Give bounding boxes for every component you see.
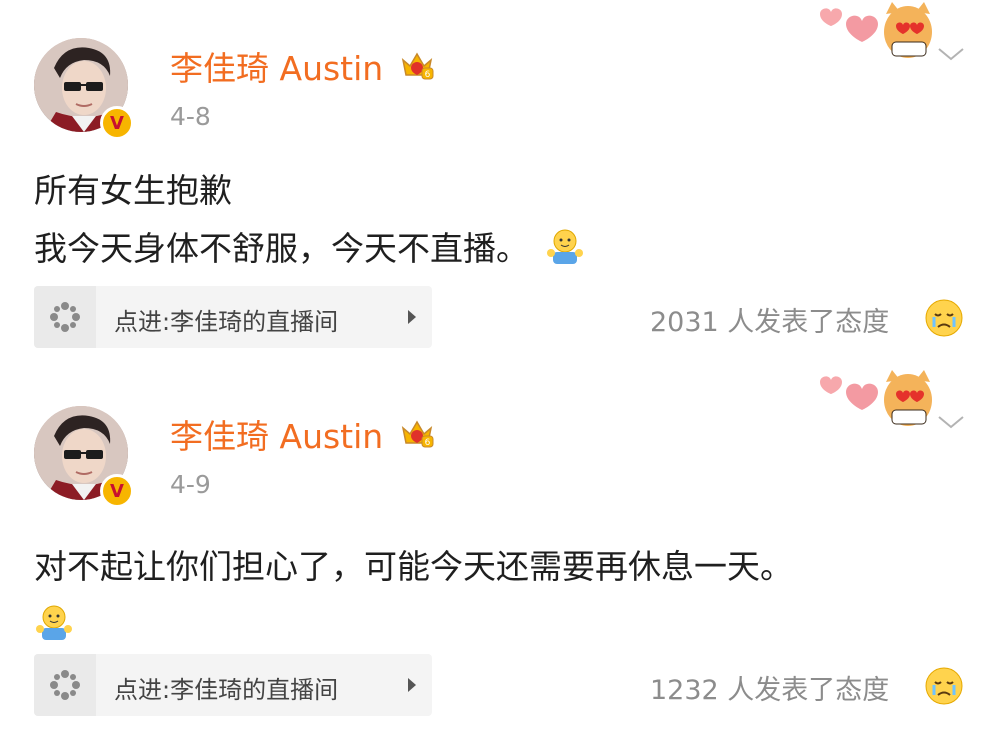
chevron-down-icon[interactable] <box>936 412 966 432</box>
live-room-link[interactable]: 点进:李佳琦的直播间 <box>34 654 432 716</box>
hearts-cat-decoration-icon <box>820 2 932 58</box>
crying-face-emoji-icon[interactable] <box>924 298 964 338</box>
content-line-with-emoji: 我今天身体不舒服，今天不直播。 <box>34 220 964 278</box>
chevron-down-icon[interactable] <box>936 44 966 64</box>
arrow-right-icon <box>408 678 416 692</box>
verified-badge-icon: V <box>100 106 134 140</box>
pinwheel-live-icon <box>50 302 80 332</box>
reactions-count[interactable]: 1232 人发表了态度 <box>650 668 889 707</box>
svg-text:6: 6 <box>425 70 431 80</box>
content-line-emoji <box>34 596 964 654</box>
live-icon-box <box>34 654 96 716</box>
username[interactable]: 李佳琦 Austin <box>170 410 383 458</box>
hug-emoji-icon <box>36 605 72 640</box>
live-icon-box <box>34 286 96 348</box>
live-room-label: 点进:李佳琦的直播间 <box>114 676 339 704</box>
svg-text:6: 6 <box>425 438 431 448</box>
post-content: 对不起让你们担心了，可能今天还需要再休息一天。 <box>34 538 964 654</box>
post-date: 4-8 <box>170 102 211 131</box>
content-line: 所有女生抱歉 <box>34 171 232 210</box>
content-line: 对不起让你们担心了，可能今天还需要再休息一天。 <box>34 547 793 586</box>
vip-crown-icon[interactable]: 6 <box>400 416 434 450</box>
reactions-count[interactable]: 2031 人发表了态度 <box>650 300 889 339</box>
hearts-cat-decoration-icon <box>820 370 932 426</box>
post-date: 4-9 <box>170 470 211 499</box>
vip-crown-icon[interactable]: 6 <box>400 48 434 82</box>
crying-face-emoji-icon[interactable] <box>924 666 964 706</box>
verified-badge-icon: V <box>100 474 134 508</box>
username[interactable]: 李佳琦 Austin <box>170 42 383 90</box>
weibo-post-1: V 李佳琦 Austin 6 4-8 所有女生抱歉 我今天身体不舒服，今天不直播… <box>0 0 1000 370</box>
live-room-label: 点进:李佳琦的直播间 <box>114 308 339 336</box>
weibo-post-2: V 李佳琦 Austin 6 4-9 对不起让你们担心了，可能今天还需要再休息一… <box>0 368 1000 738</box>
live-room-link[interactable]: 点进:李佳琦的直播间 <box>34 286 432 348</box>
pinwheel-live-icon <box>50 670 80 700</box>
arrow-right-icon <box>408 310 416 324</box>
hug-emoji-icon <box>547 229 583 264</box>
post-content: 所有女生抱歉 我今天身体不舒服，今天不直播。 <box>34 162 964 278</box>
content-line-text: 我今天身体不舒服，今天不直播。 <box>34 229 529 268</box>
